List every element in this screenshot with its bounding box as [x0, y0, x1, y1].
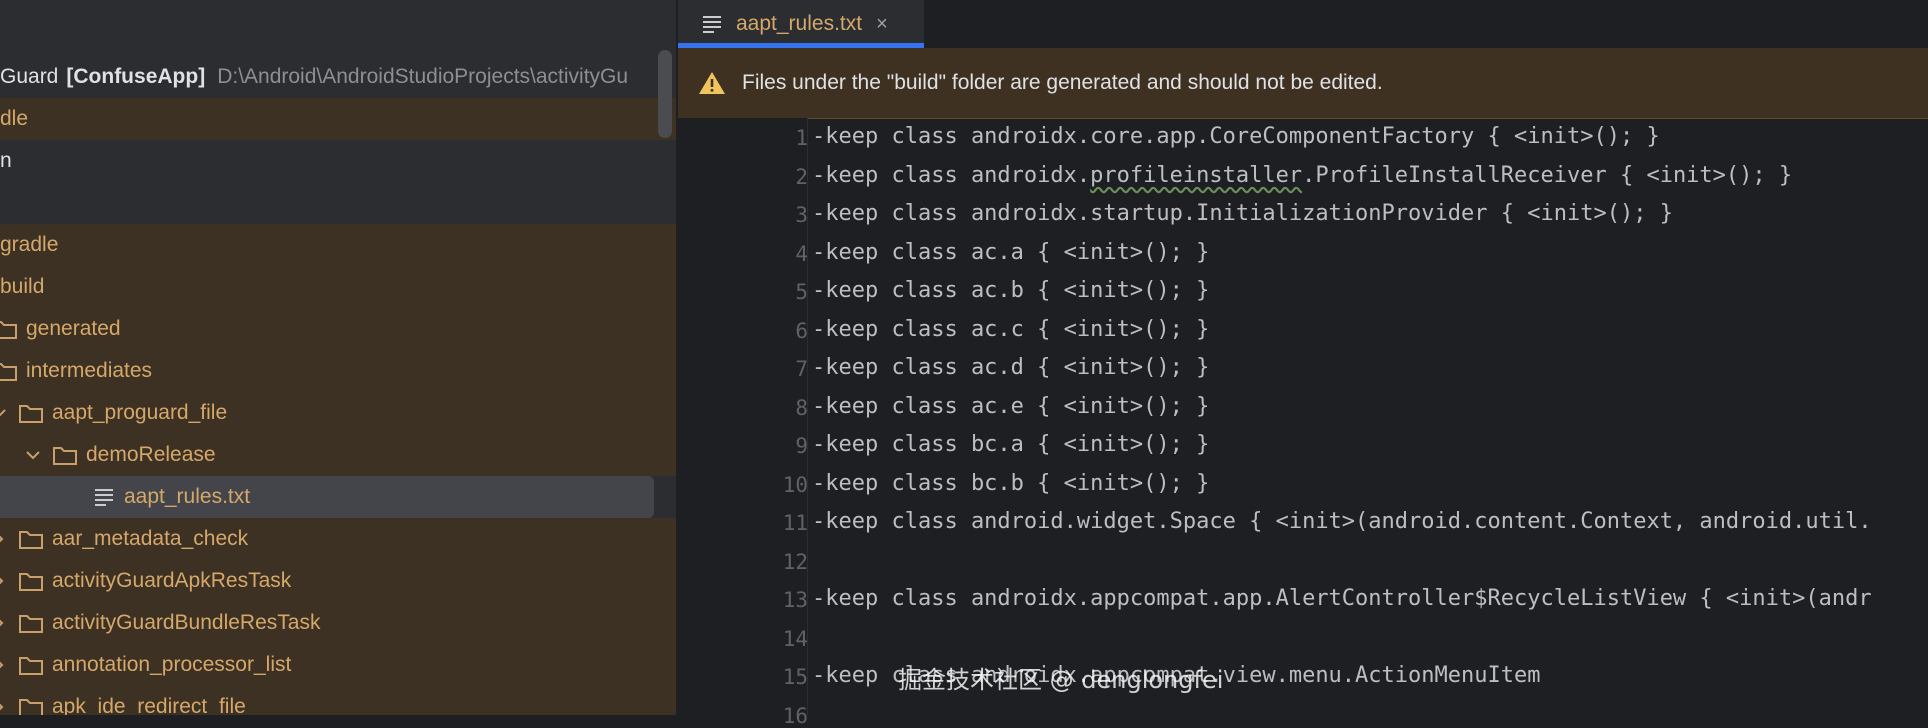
tree-item-generated[interactable]: generated — [0, 308, 676, 350]
tab-aapt-rules[interactable]: aapt_rules.txt × — [678, 0, 924, 48]
code-line[interactable]: -keep class androidx.appcompat.app.Alert… — [812, 586, 1872, 611]
chevron-right-icon[interactable] — [0, 612, 10, 634]
project-panel: Guard [ConfuseApp] D:\Android\AndroidStu… — [0, 0, 676, 715]
tree-item-label: dle — [0, 107, 29, 130]
warning-icon — [699, 72, 725, 94]
tree-item-label: aapt_rules.txt — [124, 485, 251, 508]
tree-item-aapt-proguard-file[interactable]: aapt_proguard_file — [0, 392, 676, 434]
line-number: 3 — [795, 203, 808, 227]
code-line[interactable]: -keep class ac.c { <init>(); } — [812, 317, 1209, 342]
tree-item-aar-metadata-check[interactable]: aar_metadata_check — [0, 518, 676, 560]
code-segment: .ProfileInstallReceiver { <init>(); } — [1302, 162, 1793, 188]
code-line[interactable]: -keep class bc.a { <init>(); } — [812, 432, 1209, 457]
tree-item-activityguardapkrestask[interactable]: activityGuardApkResTask — [0, 560, 676, 602]
code-line[interactable]: -keep class androidx.startup.Initializat… — [812, 201, 1673, 226]
line-number: 1 — [795, 126, 808, 150]
chevron-right-icon[interactable] — [0, 528, 10, 550]
line-number: 7 — [795, 357, 808, 381]
tree-spacer — [0, 182, 676, 224]
panel-scrollbar[interactable] — [658, 50, 672, 138]
chevron-down-icon[interactable] — [0, 402, 10, 424]
code-line[interactable]: -keep class android.widget.Space { <init… — [812, 509, 1872, 534]
line-number: 4 — [795, 241, 808, 266]
tree-item-label: build — [0, 275, 45, 298]
editor: aapt_rules.txt × Files under the "build"… — [678, 0, 1928, 728]
warning-text: Files under the "build" folder are gener… — [742, 71, 1383, 94]
line-number: 5 — [795, 280, 808, 304]
line-number-gutter: 1 2 3 4 5 6 7 8 9 10 11 12 13 14 15 16 — [678, 118, 808, 728]
folder-icon — [19, 405, 43, 423]
tree-item-gradle-partial[interactable]: dle — [0, 98, 676, 140]
line-number: 2 — [795, 164, 808, 189]
chevron-down-icon[interactable] — [22, 444, 44, 466]
warning-banner: Files under the "build" folder are gener… — [678, 48, 1928, 119]
tree-item-intermediates[interactable]: intermediates — [0, 350, 676, 392]
text-file-icon — [95, 489, 113, 506]
line-number: 13 — [782, 588, 808, 612]
code-line[interactable]: -keep class androidx.profileinstaller.Pr… — [812, 163, 1792, 188]
code-line[interactable]: -keep class ac.d { <init>(); } — [812, 355, 1209, 380]
code-line[interactable]: -keep class bc.b { <init>(); } — [812, 471, 1209, 496]
spelling-warning[interactable]: profileinstaller — [1090, 163, 1302, 188]
chevron-right-icon[interactable] — [0, 570, 10, 592]
chevron-right-icon[interactable] — [0, 696, 10, 715]
folder-icon — [19, 699, 43, 715]
tree-root[interactable]: Guard [ConfuseApp] D:\Android\AndroidStu… — [0, 56, 676, 98]
code-line[interactable]: -keep class ac.b { <init>(); } — [812, 278, 1209, 303]
line-number: 10 — [782, 472, 808, 497]
line-number: 15 — [782, 665, 808, 689]
line-number: 6 — [795, 318, 808, 343]
tree-item-partial[interactable]: n — [0, 140, 676, 182]
code-segment: -keep class androidx. — [812, 162, 1091, 188]
tree-item-aapt-rules-txt[interactable]: aapt_rules.txt — [0, 476, 676, 518]
gutter-divider — [807, 118, 808, 715]
line-number: 9 — [795, 434, 808, 458]
tree-item-label: intermediates — [26, 359, 153, 382]
folder-icon — [53, 447, 77, 465]
tree-item-label: aapt_proguard_file — [52, 401, 228, 424]
line-number: 16 — [782, 703, 808, 728]
tree-item-activityguardbundlerestask[interactable]: activityGuardBundleResTask — [0, 602, 676, 644]
folder-icon — [0, 321, 17, 339]
code-line[interactable]: -keep class ac.e { <init>(); } — [812, 394, 1209, 419]
line-number: 14 — [782, 626, 808, 651]
tree-item-demorelease[interactable]: demoRelease — [0, 434, 676, 476]
text-file-icon — [703, 16, 721, 33]
line-number: 12 — [782, 549, 808, 574]
folder-icon — [19, 657, 43, 675]
code-line[interactable]: -keep class androidx.core.app.CoreCompon… — [812, 124, 1660, 149]
tree-item-apk-ide-redirect-file[interactable]: apk_ide_redirect_file — [0, 686, 676, 715]
tree-item-label: apk_ide_redirect_file — [52, 695, 246, 715]
tree-item-label: activityGuardBundleResTask — [52, 611, 321, 634]
tab-title: aapt_rules.txt — [736, 12, 863, 35]
folder-icon — [19, 531, 43, 549]
folder-icon — [0, 363, 17, 381]
code-line[interactable]: -keep class ac.a { <init>(); } — [812, 240, 1209, 265]
tree-item-annotation-processor-list[interactable]: annotation_processor_list — [0, 644, 676, 686]
tree-item-label: generated — [26, 317, 121, 340]
chevron-right-icon[interactable] — [0, 654, 10, 676]
tab-bar: aapt_rules.txt × — [678, 0, 1928, 49]
tree-item-build[interactable]: build — [0, 266, 676, 308]
tree-item-label: n — [0, 149, 12, 172]
close-icon[interactable]: × — [876, 13, 888, 36]
root-name: Guard — [0, 65, 59, 88]
root-module: [ConfuseApp] — [66, 65, 206, 88]
tree-item-label: demoRelease — [86, 443, 216, 466]
watermark: 掘金技术社区 @ denglongfei — [898, 666, 1224, 694]
root-path: D:\Android\AndroidStudioProjects\activit… — [217, 65, 629, 88]
tree-item-label: annotation_processor_list — [52, 653, 292, 676]
tree-item-gradle[interactable]: gradle — [0, 224, 676, 266]
tree-item-label: aar_metadata_check — [52, 527, 249, 550]
code-area[interactable]: -keep class androidx.core.app.CoreCompon… — [812, 118, 1928, 715]
panel-header — [0, 0, 676, 54]
tree-item-label: activityGuardApkResTask — [52, 569, 292, 592]
folder-icon — [19, 573, 43, 591]
line-number: 11 — [782, 511, 808, 535]
tree-item-label: gradle — [0, 233, 59, 256]
line-number: 8 — [795, 395, 808, 420]
folder-icon — [19, 615, 43, 633]
